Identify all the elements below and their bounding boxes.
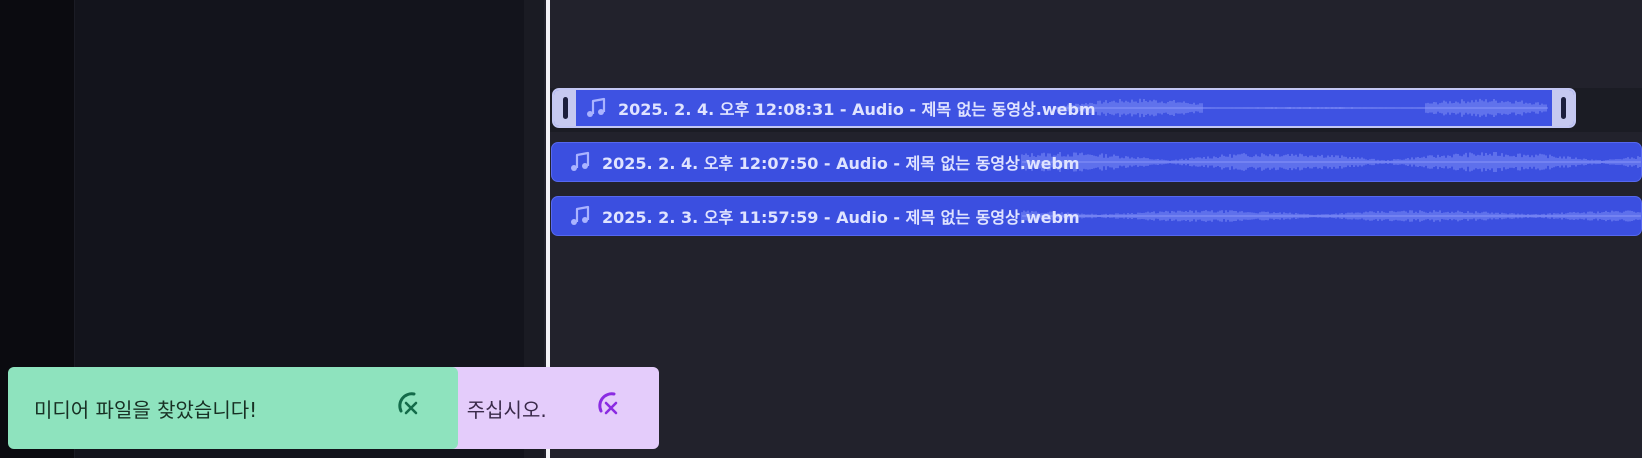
clip-label: 2025. 2. 4. 오후 12:07:50 - Audio - 제목 없는 … — [568, 143, 1080, 181]
clip-title: 2025. 2. 4. 오후 12:08:31 - Audio - 제목 없는 … — [618, 100, 1096, 119]
clip-label: 2025. 2. 3. 오후 11:57:59 - Audio - 제목 없는 … — [568, 197, 1080, 235]
handle-grip — [1560, 97, 1566, 119]
toast-message: 미디어 파일을 찾았습니다! — [34, 397, 258, 422]
clip-label: 2025. 2. 4. 오후 12:08:31 - Audio - 제목 없는 … — [584, 90, 1096, 126]
audio-clip-3[interactable]: 2025. 2. 3. 오후 11:57:59 - Audio - 제목 없는 … — [551, 196, 1642, 236]
editor-window: 2025. 2. 4. 오후 12:08:31 - Audio - 제목 없는 … — [0, 0, 1642, 458]
handle-grip — [562, 97, 568, 119]
music-note-icon — [571, 151, 590, 171]
close-icon[interactable] — [392, 387, 428, 423]
audio-clip-2[interactable]: 2025. 2. 4. 오후 12:07:50 - Audio - 제목 없는 … — [551, 142, 1642, 182]
audio-clip-1[interactable]: 2025. 2. 4. 오후 12:08:31 - Audio - 제목 없는 … — [552, 88, 1576, 128]
close-icon[interactable] — [592, 387, 628, 423]
music-note-icon — [571, 205, 590, 225]
clip-title: 2025. 2. 4. 오후 12:07:50 - Audio - 제목 없는 … — [602, 154, 1080, 173]
music-note-icon — [587, 97, 606, 117]
trim-handle-left[interactable] — [554, 90, 576, 126]
toast-success: 미디어 파일을 찾았습니다! — [8, 367, 458, 449]
trim-handle-right[interactable] — [1552, 90, 1574, 126]
clip-title: 2025. 2. 3. 오후 11:57:59 - Audio - 제목 없는 … — [602, 208, 1080, 227]
